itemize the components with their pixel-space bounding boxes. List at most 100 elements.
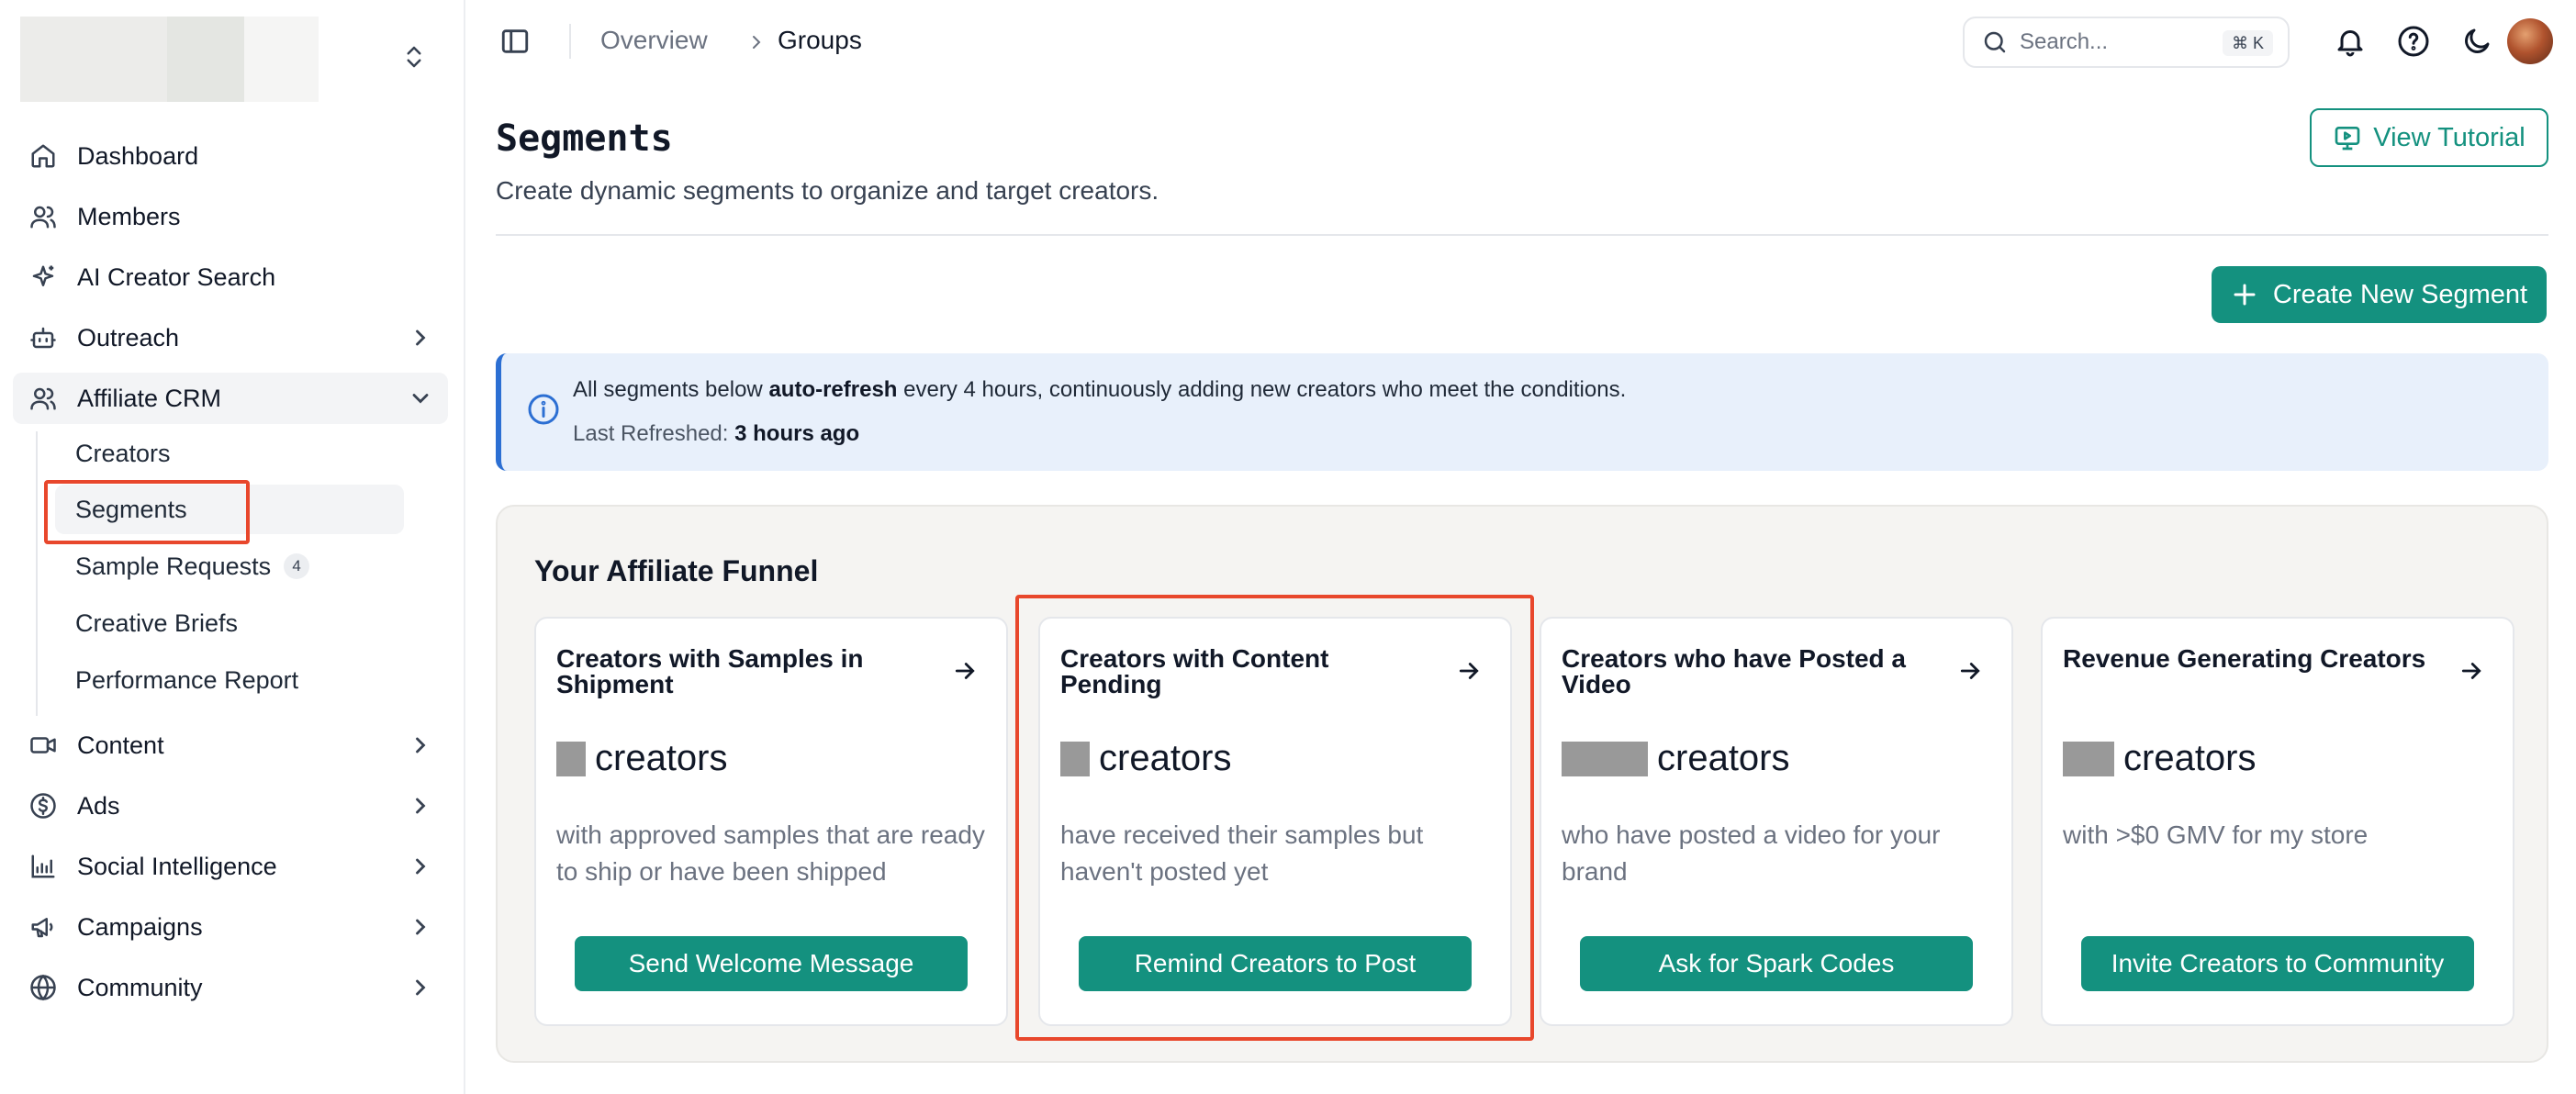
sidebar-subitem-label: Creators bbox=[75, 439, 171, 467]
sidebar-subitem-label: Segments bbox=[75, 495, 187, 523]
card-title: Creators who have Posted a Video bbox=[1562, 644, 1907, 698]
sidebar-subitem-label: Creative Briefs bbox=[75, 608, 239, 637]
funnel-card-posted-video[interactable]: Creators who have Posted a Video creator… bbox=[1540, 617, 2013, 1026]
sidebar-subitem-creators[interactable]: Creators bbox=[55, 429, 171, 478]
sidebar-item-label: Dashboard bbox=[77, 141, 199, 170]
plus-icon bbox=[2234, 284, 2256, 306]
brand-logo[interactable] bbox=[20, 17, 319, 102]
subnav-guide-line bbox=[36, 431, 38, 716]
creator-count: creators bbox=[1562, 738, 1790, 779]
redacted-count bbox=[1562, 741, 1648, 776]
sidebar-item-label: Social Intelligence bbox=[77, 852, 277, 880]
sidebar-item-label: Members bbox=[77, 202, 181, 230]
chevron-right-icon bbox=[416, 329, 426, 346]
sidebar-item-label: Ads bbox=[77, 791, 120, 820]
card-title: Creators with Samples in Shipment bbox=[556, 644, 864, 698]
sidebar-item-label: Content bbox=[77, 731, 164, 759]
invite-creators-to-community-button[interactable]: Invite Creators to Community bbox=[2081, 936, 2474, 991]
sidebar-item-ai-creator-search[interactable]: AI Creator Search bbox=[13, 251, 448, 303]
sidebar-item-members[interactable]: Members bbox=[13, 191, 448, 242]
users-icon bbox=[26, 199, 61, 234]
sidebar-item-label: AI Creator Search bbox=[77, 262, 276, 291]
bell-icon[interactable] bbox=[2334, 25, 2367, 58]
funnel-title: Your Affiliate Funnel bbox=[534, 554, 819, 587]
sidebar: Dashboard Members AI Creator Search Outr… bbox=[0, 0, 465, 1094]
info-message: All segments below auto-refresh every 4 … bbox=[573, 377, 1627, 402]
ask-for-spark-codes-button[interactable]: Ask for Spark Codes bbox=[1580, 936, 1973, 991]
search-icon bbox=[1984, 31, 2006, 53]
creator-count: creators bbox=[556, 738, 728, 779]
card-description: with approved samples that are ready to … bbox=[556, 820, 985, 886]
users-icon bbox=[26, 381, 61, 416]
video-icon bbox=[26, 728, 61, 763]
view-tutorial-button[interactable]: View Tutorial bbox=[2310, 108, 2548, 167]
chevrons-up-down-icon[interactable] bbox=[400, 40, 428, 73]
creator-count: creators bbox=[2063, 738, 2257, 779]
search-placeholder: Search... bbox=[2020, 29, 2109, 54]
sidebar-item-social-intelligence[interactable]: Social Intelligence bbox=[13, 841, 448, 892]
count-badge: 4 bbox=[284, 553, 310, 579]
help-icon[interactable] bbox=[2397, 25, 2430, 58]
card-description: have received their samples but haven't … bbox=[1060, 820, 1424, 886]
sidebar-item-affiliate-crm[interactable]: Affiliate CRM bbox=[13, 373, 448, 424]
sidebar-item-community[interactable]: Community bbox=[13, 962, 448, 1013]
funnel-card-samples-in-shipment[interactable]: Creators with Samples in Shipment creato… bbox=[534, 617, 1008, 1026]
chevron-right-icon bbox=[416, 798, 426, 814]
avatar[interactable] bbox=[2507, 18, 2553, 64]
redacted-count bbox=[1060, 741, 1090, 776]
home-icon bbox=[26, 139, 61, 173]
arrow-right-icon[interactable] bbox=[1956, 657, 1984, 685]
tutorial-icon bbox=[2335, 127, 2360, 151]
sidebar-subitem-segments[interactable]: Segments bbox=[55, 485, 404, 534]
dollar-icon bbox=[26, 788, 61, 823]
header-divider bbox=[496, 234, 2548, 236]
last-refreshed: Last Refreshed: 3 hours ago bbox=[573, 421, 860, 446]
page-subtitle: Create dynamic segments to organize and … bbox=[496, 176, 1159, 205]
card-description: with >$0 GMV for my store bbox=[2063, 820, 2369, 849]
affiliate-funnel-panel: Your Affiliate Funnel Creators with Samp… bbox=[496, 505, 2548, 1063]
redacted-count bbox=[556, 741, 586, 776]
topbar: Overview Groups Search... ⌘ K bbox=[466, 0, 2576, 84]
sidebar-subitem-performance-report[interactable]: Performance Report bbox=[55, 655, 298, 705]
chevron-right-icon bbox=[416, 858, 426, 875]
auto-refresh-info-banner: All segments below auto-refresh every 4 … bbox=[496, 353, 2548, 471]
sidebar-toggle-icon[interactable] bbox=[499, 26, 531, 57]
sidebar-subitem-creative-briefs[interactable]: Creative Briefs bbox=[55, 598, 238, 648]
search-input[interactable]: Search... ⌘ K bbox=[1963, 17, 2290, 68]
bot-icon bbox=[26, 320, 61, 355]
arrow-right-icon[interactable] bbox=[2458, 657, 2485, 685]
sparkles-icon bbox=[26, 260, 61, 295]
sidebar-item-campaigns[interactable]: Campaigns bbox=[13, 901, 448, 953]
moon-icon[interactable] bbox=[2460, 25, 2493, 58]
sidebar-item-label: Affiliate CRM bbox=[77, 384, 222, 412]
card-title: Creators with Content Pending bbox=[1060, 644, 1329, 698]
view-tutorial-label: View Tutorial bbox=[2373, 122, 2526, 152]
topbar-divider bbox=[569, 24, 571, 59]
chevron-down-icon bbox=[412, 394, 429, 404]
globe-icon bbox=[26, 970, 61, 1005]
sidebar-item-outreach[interactable]: Outreach bbox=[13, 312, 448, 363]
chevron-right-icon bbox=[416, 737, 426, 754]
sidebar-item-content[interactable]: Content bbox=[13, 720, 448, 771]
page-title: Segments bbox=[496, 117, 673, 160]
create-new-segment-button[interactable]: Create New Segment bbox=[2212, 266, 2547, 323]
arrow-right-icon[interactable] bbox=[1455, 657, 1483, 685]
funnel-card-content-pending[interactable]: Creators with Content Pending creators h… bbox=[1038, 617, 1512, 1026]
chevron-right-icon bbox=[753, 36, 761, 49]
sidebar-item-ads[interactable]: Ads bbox=[13, 780, 448, 832]
sidebar-item-label: Campaigns bbox=[77, 912, 203, 941]
sidebar-subitem-sample-requests[interactable]: Sample Requests 4 bbox=[55, 541, 310, 591]
sidebar-subitem-label: Sample Requests bbox=[75, 552, 272, 580]
send-welcome-message-button[interactable]: Send Welcome Message bbox=[575, 936, 968, 991]
funnel-card-revenue-generating[interactable]: Revenue Generating Creators creators wit… bbox=[2041, 617, 2514, 1026]
chevron-right-icon bbox=[416, 979, 426, 996]
card-description: who have posted a video for your brand bbox=[1562, 820, 1941, 886]
create-new-segment-label: Create New Segment bbox=[2272, 279, 2528, 309]
redacted-count bbox=[2063, 741, 2114, 776]
chevron-right-icon bbox=[416, 919, 426, 935]
arrow-right-icon[interactable] bbox=[951, 657, 979, 685]
remind-creators-to-post-button[interactable]: Remind Creators to Post bbox=[1079, 936, 1472, 991]
breadcrumb-overview[interactable]: Overview bbox=[600, 26, 708, 55]
sidebar-item-dashboard[interactable]: Dashboard bbox=[13, 130, 448, 182]
sidebar-subitem-label: Performance Report bbox=[75, 665, 299, 694]
